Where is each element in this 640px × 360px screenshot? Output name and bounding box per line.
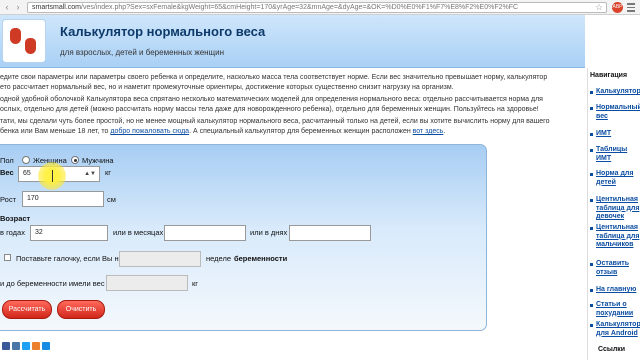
odnoklassniki-icon[interactable] [32,342,40,350]
height-input[interactable]: 170 [22,191,104,207]
sidebar-item-home[interactable]: На главную [596,286,640,295]
intro-line: . А специальный калькулятор для беременн… [189,127,413,135]
site-header: Калькулятор нормального веса для взрослы… [0,15,585,68]
address-bar[interactable]: smartsmall.com/ves/index.php?Sex=sxFemal… [27,2,607,13]
sidebar-item-articles[interactable]: Статьи о похудании [596,301,640,318]
intro-paragraph-1: едите свои параметры или параметры своег… [0,73,583,92]
intro-text: едите свои параметры или параметры своег… [0,73,583,140]
sidebar-item-feedback[interactable]: Оставить отзыв [596,260,640,277]
age-days-input[interactable] [289,225,371,241]
footprints-logo-icon[interactable] [2,19,46,63]
intro-line: тати, мы сделали чуть более простой, но … [0,118,550,126]
sex-male-radio[interactable] [71,156,79,164]
pregnancy-bold-word: беременности [234,254,288,263]
intro-line: едите свои параметры или параметры своег… [0,74,548,81]
sidebar-item-girls-table[interactable]: Центильная таблица для девочек [596,196,640,222]
sidebar-links-heading: Ссылки [598,346,626,353]
vk-icon[interactable] [12,342,20,350]
bullet-icon [590,324,593,327]
prev-weight-input[interactable] [106,275,188,291]
text-cursor-icon [52,170,53,182]
page-subtitle: для взрослых, детей и беременных женщин [60,48,225,57]
bullet-icon [590,263,593,266]
age-label: Возраст [0,214,31,223]
extension-icon[interactable]: ABP [612,2,623,13]
age-years-label: в годах [0,228,25,237]
sex-label: Пол [0,156,14,165]
select-arrow-icon: ▲▼ [84,171,96,177]
age-days-label: или в днях [250,228,288,237]
sidebar-item-calculator[interactable]: Калькулятор [596,88,640,97]
bullet-icon [590,199,593,202]
sidebar-item-bmi[interactable]: ИМТ [596,130,640,139]
weight-unit: кг [105,168,112,177]
sidebar: Навигация Калькулятор Нормальный вес ИМТ… [587,68,640,360]
bullet-icon [590,227,593,230]
bookmark-star-icon[interactable]: ☆ [595,2,603,12]
sidebar-item-kids-norm[interactable]: Норма для детей [596,170,640,187]
height-label: Рост [0,195,17,204]
prev-weight-label: и до беременности имели вес [0,279,105,288]
browser-toolbar: ‹ › smartsmall.com/ves/index.php?Sex=sxF… [0,0,640,15]
pregnancy-checkbox[interactable] [4,254,11,261]
bullet-icon [590,91,593,94]
intro-paragraph-3: тати, мы сделали чуть более простой, но … [0,117,583,136]
sidebar-item-normal-weight[interactable]: Нормальный вес [596,104,640,121]
bullet-icon [590,173,593,176]
intro-paragraph-2: одной удобной оболочкой Калькулятора вес… [0,95,583,114]
twitter-icon[interactable] [22,342,30,350]
url-path: /ves/index.php?Sex=sxFemale&kgWeight=65&… [81,4,519,11]
sex-female-radio[interactable] [22,156,30,164]
pregnancy-label: Поставьте галочку, если Вы на [16,254,123,263]
age-years-input[interactable]: 32 [30,225,108,241]
bullet-icon [590,289,593,292]
intro-line: бенка или Вам меньше 18 лет, то [0,127,111,135]
menu-icon[interactable] [627,3,635,12]
back-icon[interactable]: ‹ [2,2,12,12]
age-months-label: или в месяцах [113,228,164,237]
bullet-icon [590,304,593,307]
prev-weight-unit: кг [192,279,199,288]
weight-value: 65 [23,170,31,177]
kids-calculator-link[interactable]: добро пожаловать сюда [110,128,189,135]
pregnancy-week-word: неделе [206,254,231,263]
weight-label: Вес [0,168,14,177]
intro-line: ослых, отдельно для детей (можно рассчит… [0,105,539,113]
url-host: smartsmall.com [32,4,82,11]
clear-button[interactable]: Очистить [57,300,105,319]
page-title: Калькулятор нормального веса [60,24,266,39]
sidebar-item-boys-table[interactable]: Центильная таблица для мальчиков [596,224,640,250]
bullet-icon [590,133,593,136]
sidebar-item-android[interactable]: Калькулятор для Android [596,321,640,338]
bullet-icon [590,149,593,152]
calculate-button[interactable]: Рассчитать [2,300,52,319]
age-months-input[interactable] [164,225,246,241]
mailru-icon[interactable] [42,342,50,350]
bullet-icon [590,107,593,110]
facebook-icon[interactable] [2,342,10,350]
intro-line: . [443,127,446,135]
sidebar-heading: Навигация [590,72,628,79]
pregnancy-week-input[interactable] [119,251,201,267]
sidebar-item-bmi-tables[interactable]: Таблицы ИМТ [596,146,640,163]
sex-male-label: Мужчина [82,156,114,165]
height-unit: см [107,195,116,204]
forward-icon[interactable]: › [13,2,23,12]
intro-line: ето рассчитает нормальный вес, но и наме… [0,83,454,91]
intro-line: одной удобной оболочкой Калькулятора вес… [0,96,543,104]
pregnancy-calculator-link[interactable]: вот здесь [413,128,444,135]
